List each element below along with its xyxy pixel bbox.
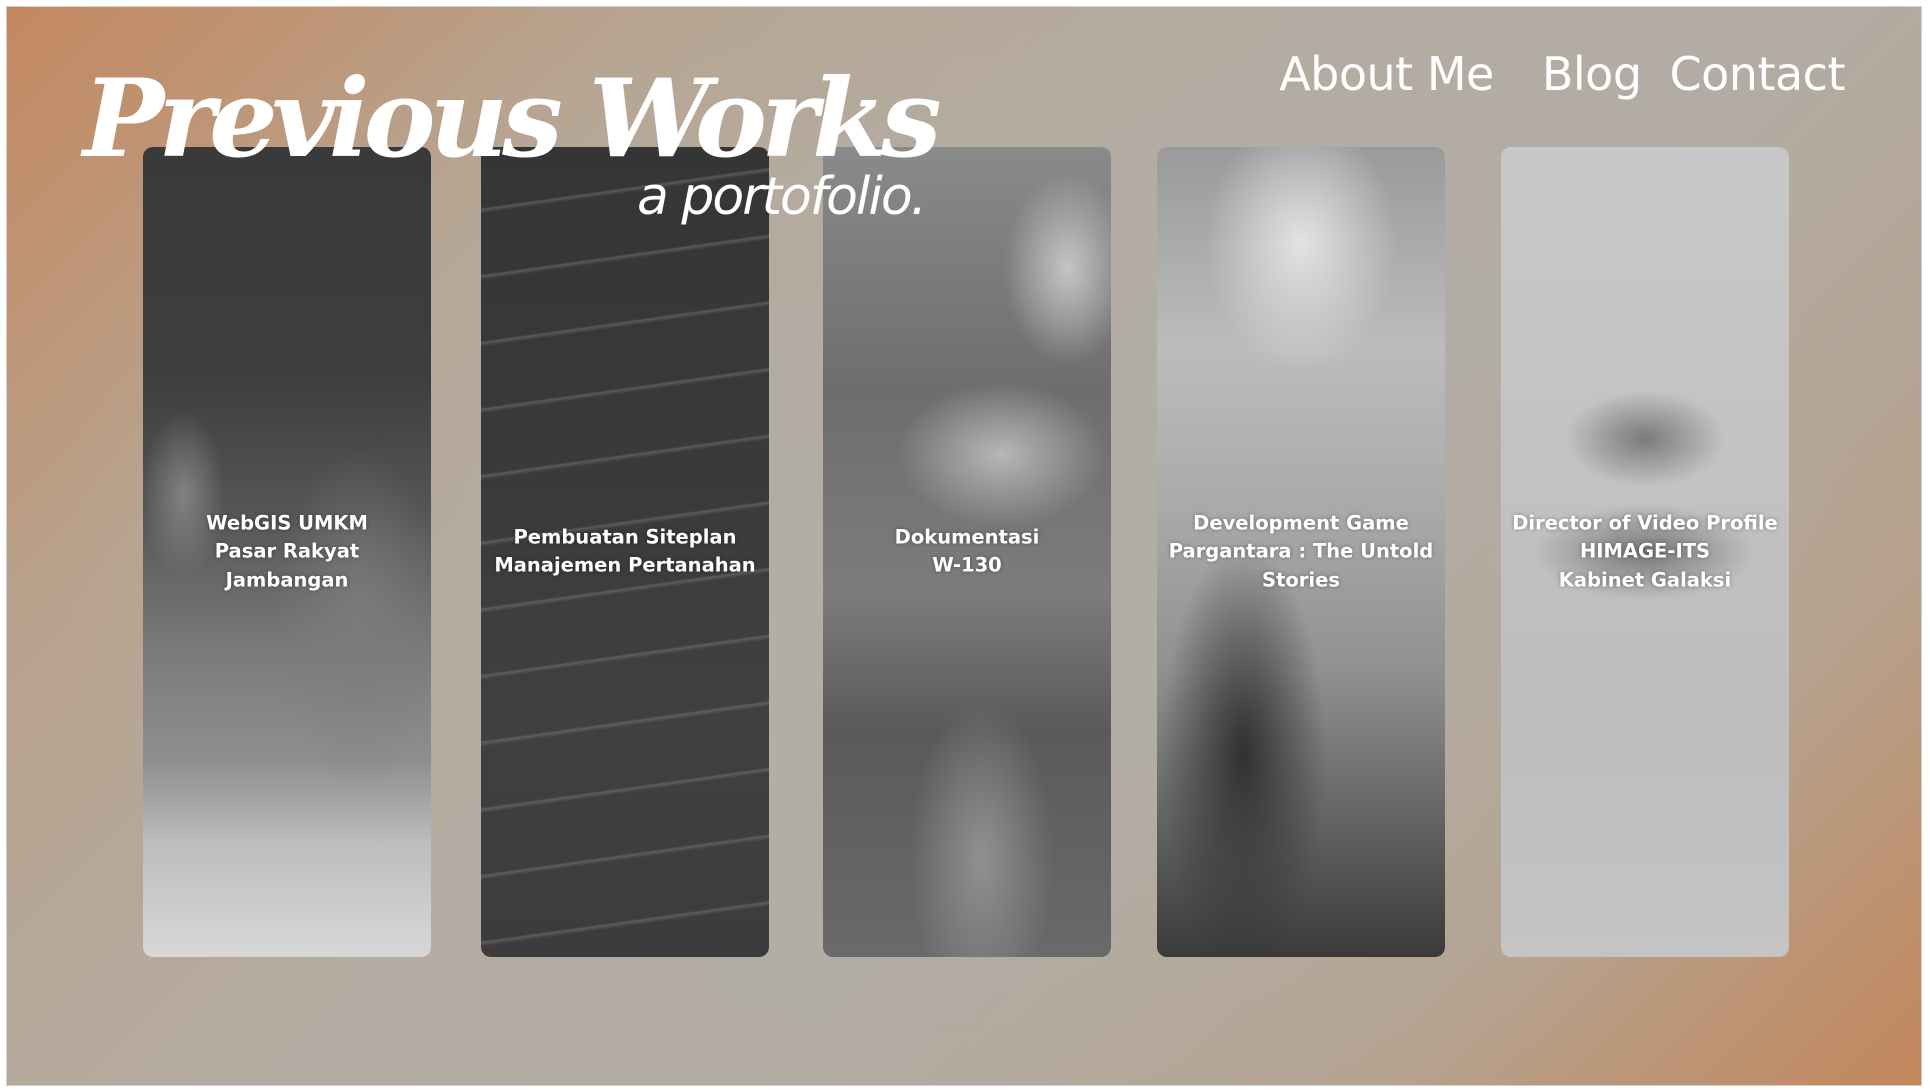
card-title-line: Stories [1262, 568, 1340, 592]
card-title-line: Pasar Rakyat Jambangan [214, 539, 360, 592]
card-title-line: Pembuatan Siteplan [513, 525, 737, 549]
work-card-dokumentasi[interactable]: Dokumentasi W-130 [823, 147, 1111, 957]
card-title: Development Game Pargantara : The Untold… [1165, 510, 1437, 595]
nav-link-about-me[interactable]: About Me [1279, 47, 1494, 101]
card-title-line: W-130 [932, 554, 1002, 577]
work-card-video-profile[interactable]: Director of Video Profile HIMAGE-ITS Kab… [1501, 147, 1789, 957]
card-title-line: HIMAGE-ITS [1579, 539, 1711, 563]
card-title-line: WebGIS UMKM [206, 511, 368, 535]
card-title-line: Director of Video Profile [1512, 511, 1778, 535]
card-title-line: Manajemen Pertanahan [494, 554, 756, 577]
card-title-line: Pargantara : The Untold [1168, 539, 1434, 563]
card-title: Pembuatan Siteplan Manajemen Pertanahan [489, 524, 761, 581]
work-card-siteplan[interactable]: Pembuatan Siteplan Manajemen Pertanahan [481, 147, 769, 957]
work-card-webgis[interactable]: WebGIS UMKM Pasar Rakyat Jambangan [143, 147, 431, 957]
card-title-line: Development Game [1193, 511, 1409, 535]
page-frame: Previous Works a portofolio. About Me Bl… [6, 6, 1922, 1086]
nav-link-blog[interactable]: Blog [1542, 47, 1642, 101]
page-title: Previous Works [83, 56, 942, 182]
card-title-line: Dokumentasi [894, 525, 1040, 549]
top-nav: About Me Blog Contact [1279, 47, 1845, 101]
card-title: Director of Video Profile HIMAGE-ITS Kab… [1509, 510, 1781, 595]
work-card-game[interactable]: Development Game Pargantara : The Untold… [1157, 147, 1445, 957]
card-title: Dokumentasi W-130 [831, 524, 1103, 581]
card-title-line: Kabinet Galaksi [1558, 568, 1732, 592]
card-title: WebGIS UMKM Pasar Rakyat Jambangan [151, 510, 423, 595]
nav-link-contact[interactable]: Contact [1670, 47, 1846, 101]
page-subtitle: a portofolio. [637, 167, 927, 227]
